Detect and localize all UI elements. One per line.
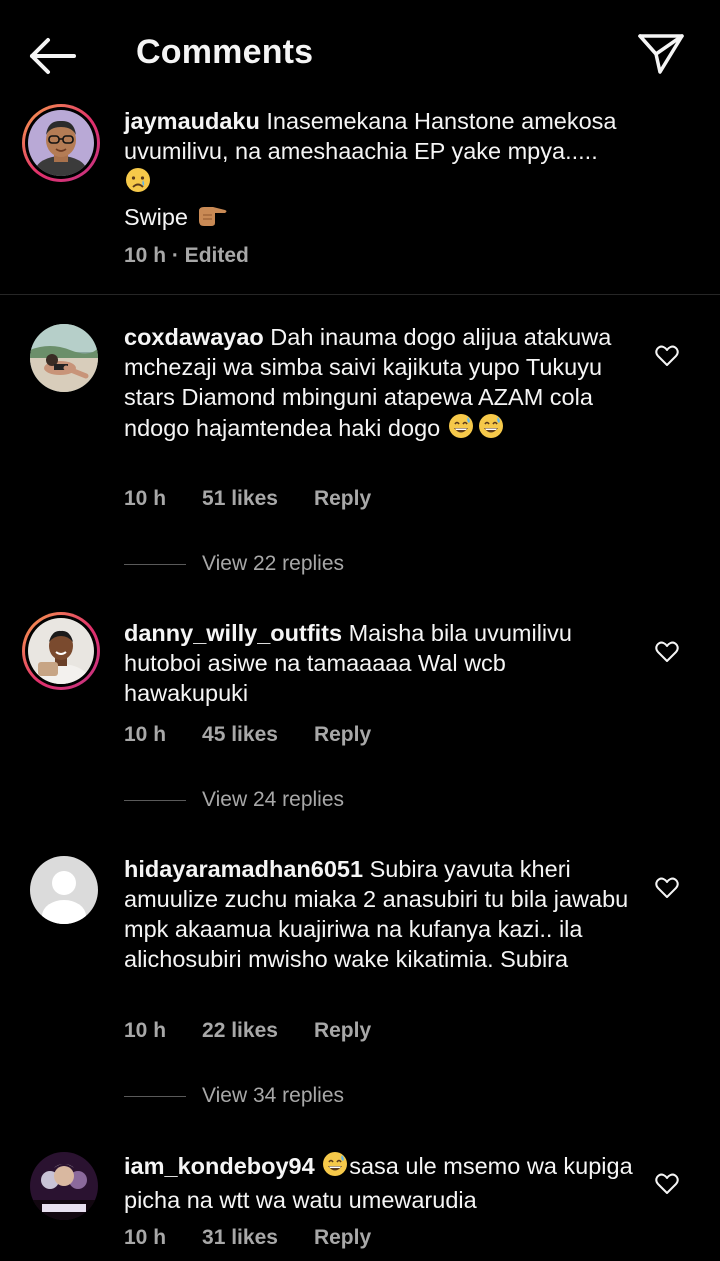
heart-outline-icon[interactable]: [654, 1172, 680, 1196]
crying-face-emoji: [124, 166, 152, 201]
grinning-sweat-emoji: [447, 412, 505, 447]
comment-time: 10 h: [124, 1226, 167, 1249]
comment-text: danny_willy_outfits Maisha bila uvumiliv…: [124, 618, 634, 708]
comment-time: 10 h: [124, 1019, 167, 1042]
view-replies-label: View 34 replies: [202, 1084, 345, 1107]
avatar: [28, 110, 94, 176]
comment-username[interactable]: iam_kondeboy94: [124, 1153, 315, 1179]
default-avatar-icon: [30, 856, 98, 924]
like-count[interactable]: 22 likes: [202, 1019, 278, 1043]
avatar[interactable]: [30, 324, 98, 392]
comment-text: hidayaramadhan6051 Subira yavuta kheri a…: [124, 854, 634, 974]
reply-button[interactable]: Reply: [314, 1226, 371, 1250]
post-caption: jaymaudaku Inasemekana Hanstone amekosa …: [0, 96, 720, 294]
like-count[interactable]: 31 likes: [202, 1226, 278, 1250]
view-replies-button[interactable]: View 24 replies: [124, 788, 344, 812]
back-arrow-icon: [30, 38, 76, 74]
comment-username[interactable]: coxdawayao: [124, 324, 264, 350]
divider-line: [124, 799, 186, 801]
caption-username[interactable]: jaymaudaku: [124, 108, 260, 134]
view-replies-button[interactable]: View 34 replies: [124, 1084, 344, 1108]
like-count[interactable]: 45 likes: [202, 723, 278, 747]
heart-outline-icon[interactable]: [654, 344, 680, 368]
view-replies-label: View 22 replies: [202, 552, 345, 575]
avatar[interactable]: [30, 1152, 98, 1220]
pointing-right-emoji: [195, 201, 229, 236]
comment-meta: 10 h 45 likes Reply: [124, 723, 371, 747]
heart-outline-icon[interactable]: [654, 876, 680, 900]
comment-text: iam_kondeboy94 sasa ule msemo wa kupiga …: [124, 1150, 634, 1215]
view-replies-button[interactable]: View 22 replies: [124, 552, 344, 576]
avatar[interactable]: [30, 856, 98, 924]
comment-username[interactable]: hidayaramadhan6051: [124, 856, 363, 882]
comment-meta: 10 h 51 likes Reply: [124, 487, 371, 511]
caption-meta: 10 h · Edited: [124, 244, 249, 267]
comment-meta: 10 h 31 likes Reply: [124, 1226, 371, 1250]
comment-text: coxdawayao Dah inauma dogo alijua atakuw…: [124, 322, 634, 447]
divider-line: [124, 1095, 186, 1097]
divider: [0, 294, 720, 295]
top-bar: Comments: [0, 0, 720, 108]
view-replies-label: View 24 replies: [202, 788, 345, 811]
comment-username[interactable]: danny_willy_outfits: [124, 620, 342, 646]
divider-line: [124, 563, 186, 565]
share-button[interactable]: [628, 26, 692, 82]
reply-button[interactable]: Reply: [314, 1019, 371, 1043]
heart-outline-icon[interactable]: [654, 640, 680, 664]
comment-meta: 10 h 22 likes Reply: [124, 1019, 371, 1043]
page-title: Comments: [136, 33, 314, 71]
story-ring[interactable]: [22, 104, 100, 182]
reply-button[interactable]: Reply: [314, 487, 371, 511]
caption-text: jaymaudaku Inasemekana Hanstone amekosa …: [124, 106, 664, 236]
like-count[interactable]: 51 likes: [202, 487, 278, 511]
paper-plane-icon: [638, 34, 684, 74]
comment-time: 10 h: [124, 487, 167, 510]
comment-time: 10 h: [124, 723, 167, 746]
reply-button[interactable]: Reply: [314, 723, 371, 747]
grinning-sweat-emoji: [321, 1150, 349, 1185]
caption-swipe: Swipe: [124, 204, 189, 230]
back-button[interactable]: [22, 30, 82, 82]
avatar: [28, 618, 94, 684]
story-ring[interactable]: [22, 612, 100, 690]
